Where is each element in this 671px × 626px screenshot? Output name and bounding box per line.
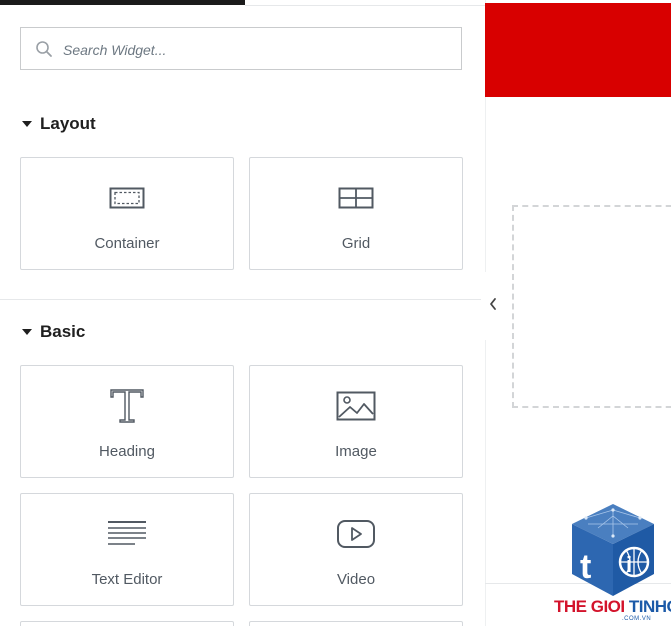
panel-top-border	[245, 5, 485, 6]
widget-card-grid[interactable]: Grid	[249, 157, 463, 270]
section-header-basic[interactable]: Basic	[22, 320, 85, 344]
image-icon	[334, 384, 378, 428]
svg-text:t: t	[580, 548, 591, 586]
widget-panel: Layout Container Grid Basic	[0, 0, 485, 626]
widget-card-container[interactable]: Container	[20, 157, 234, 270]
widget-card-partial[interactable]	[249, 621, 463, 626]
chevron-left-icon	[488, 297, 498, 316]
widget-label: Video	[336, 571, 376, 588]
red-banner-section[interactable]	[485, 3, 671, 97]
search-widget-input[interactable]	[61, 28, 455, 71]
brand-domain: .COM.VN	[622, 616, 652, 622]
brand-logo-cube-icon: t i	[572, 504, 654, 596]
empty-drop-zone[interactable]	[512, 205, 671, 408]
section-header-layout[interactable]: Layout	[22, 112, 96, 136]
search-icon	[35, 40, 53, 58]
widget-card-heading[interactable]: Heading	[20, 365, 234, 478]
container-icon	[105, 176, 149, 220]
widget-card-image[interactable]: Image	[249, 365, 463, 478]
widget-card-text-editor[interactable]: Text Editor	[20, 493, 234, 606]
caret-down-icon	[22, 329, 32, 335]
section-divider	[0, 299, 485, 300]
svg-text:i: i	[626, 552, 632, 577]
widget-card-partial[interactable]	[20, 621, 234, 626]
widget-label: Image	[335, 443, 377, 460]
heading-icon	[105, 384, 149, 428]
grid-icon	[334, 176, 378, 220]
search-box	[20, 27, 462, 71]
collapse-panel-button[interactable]	[481, 272, 505, 340]
widget-label: Grid	[341, 235, 371, 252]
section-title: Layout	[40, 114, 96, 133]
widget-label: Heading	[99, 443, 155, 460]
text-editor-icon	[105, 512, 149, 556]
widget-label: Text Editor	[91, 571, 163, 588]
brand-name: THE GIOI TINHOC	[554, 597, 671, 616]
widget-card-video[interactable]: Video	[249, 493, 463, 606]
loading-progress-bar	[0, 0, 245, 5]
section-title: Basic	[40, 322, 86, 341]
brand-watermark: t i THE GIOI TINHOC .COM.VN	[552, 502, 671, 626]
widget-label: Container	[94, 235, 160, 252]
caret-down-icon	[22, 121, 32, 127]
video-icon	[334, 512, 378, 556]
